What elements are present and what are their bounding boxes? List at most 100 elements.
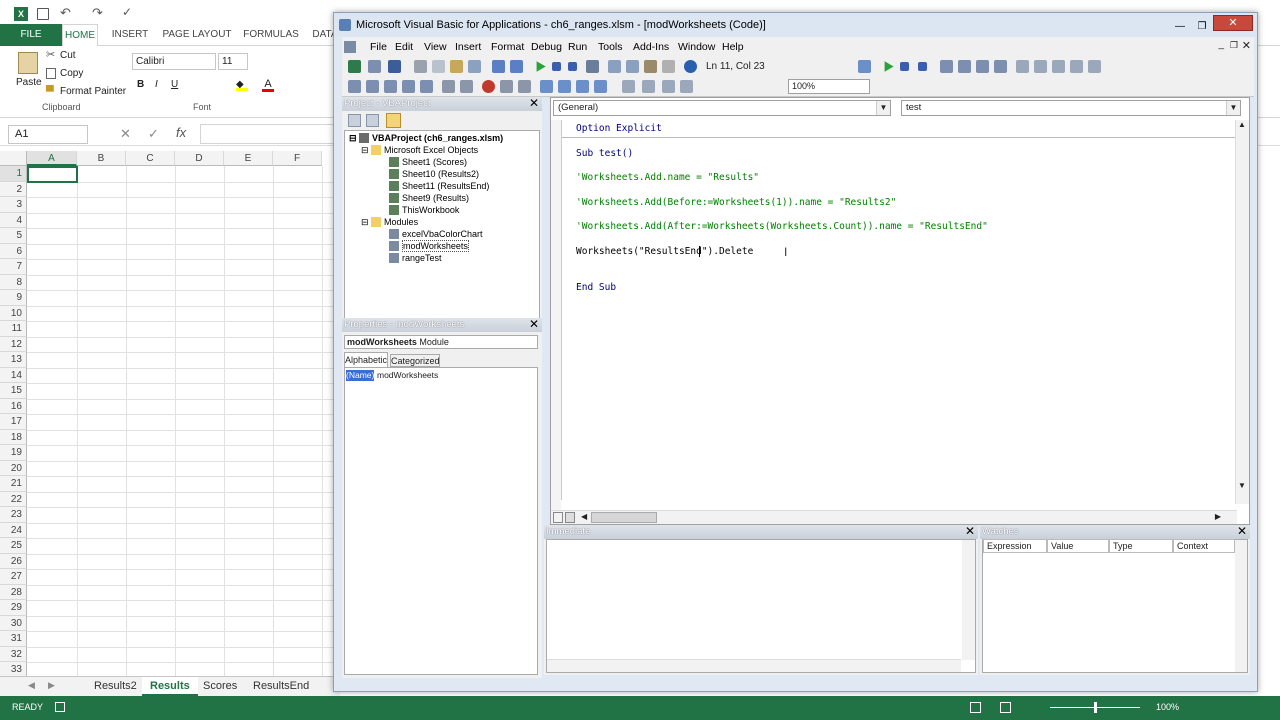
toggle-bookmark-icon[interactable] bbox=[858, 60, 871, 73]
code-line[interactable]: Option Explicit bbox=[576, 123, 662, 134]
breakpoint-icon[interactable] bbox=[482, 80, 495, 93]
paste-button[interactable]: Paste bbox=[16, 77, 42, 88]
menu-debug[interactable]: Debug bbox=[531, 37, 562, 57]
row-header[interactable]: 29 bbox=[0, 600, 27, 616]
comment-block-icon[interactable] bbox=[500, 80, 513, 93]
zoom-select[interactable]: 100% bbox=[788, 79, 870, 94]
paste-icon[interactable] bbox=[18, 52, 38, 74]
menu-format[interactable]: Format bbox=[491, 37, 524, 57]
cut-button[interactable]: Cut bbox=[60, 50, 76, 61]
code-editor[interactable]: Option Explicit Sub test() 'Worksheets.A… bbox=[561, 120, 1238, 500]
properties-icon[interactable] bbox=[626, 60, 639, 73]
fill-color-icon[interactable]: ◆ bbox=[236, 79, 248, 91]
row-header[interactable]: 5 bbox=[0, 228, 27, 244]
view-object-icon[interactable] bbox=[366, 114, 379, 127]
locals-icon[interactable] bbox=[1016, 60, 1029, 73]
make-same-size-icon[interactable] bbox=[662, 80, 675, 93]
row-header[interactable]: 23 bbox=[0, 507, 27, 523]
redo-icon[interactable] bbox=[510, 60, 523, 73]
row-header[interactable]: 20 bbox=[0, 460, 27, 476]
close-icon[interactable]: ✕ bbox=[528, 97, 540, 110]
tab-formulas[interactable]: FORMULAS bbox=[242, 24, 300, 46]
row-header[interactable]: 26 bbox=[0, 553, 27, 569]
row-header[interactable]: 8 bbox=[0, 274, 27, 290]
tab-page-layout[interactable]: PAGE LAYOUT bbox=[162, 24, 232, 46]
tree-node-module-worksheets[interactable]: modWorksheets bbox=[389, 240, 469, 252]
sheet-tab-scores[interactable]: Scores bbox=[195, 677, 245, 696]
formula-input[interactable] bbox=[200, 124, 340, 144]
watches-vscroll[interactable] bbox=[1235, 540, 1247, 672]
format-painter-button[interactable]: Format Painter bbox=[60, 86, 126, 97]
cut-icon[interactable] bbox=[414, 60, 427, 73]
code-line[interactable]: Worksheets("ResultsEnd").Delete bbox=[576, 246, 753, 257]
name-box[interactable]: A1 bbox=[8, 125, 88, 144]
scroll-left-icon[interactable]: ◀ bbox=[581, 512, 587, 521]
code-line[interactable]: 'Worksheets.Add(Before:=Worksheets(1)).n… bbox=[576, 197, 896, 208]
row-header[interactable]: 17 bbox=[0, 414, 27, 430]
row-header[interactable]: 30 bbox=[0, 615, 27, 631]
row-header[interactable]: 12 bbox=[0, 336, 27, 352]
restore-icon[interactable]: ❐ bbox=[1193, 15, 1211, 32]
list-properties-icon[interactable] bbox=[348, 80, 361, 93]
row-header[interactable]: 15 bbox=[0, 383, 27, 399]
call-stack-icon[interactable] bbox=[1088, 60, 1101, 73]
watch-icon[interactable] bbox=[1052, 60, 1065, 73]
watch-col-type[interactable]: Type bbox=[1109, 539, 1173, 553]
center-icon[interactable] bbox=[642, 80, 655, 93]
code-line[interactable]: 'Worksheets.Add(After:=Worksheets(Worksh… bbox=[576, 221, 988, 232]
immediate-input[interactable] bbox=[546, 539, 976, 673]
tab-insert[interactable]: INSERT bbox=[108, 24, 152, 46]
tree-node-vbaproject[interactable]: ⊟ VBAProject (ch6_ranges.xlsm) bbox=[349, 133, 503, 144]
scroll-down-icon[interactable]: ▼ bbox=[1238, 481, 1246, 490]
sheet-tab-resultsend[interactable]: ResultsEnd bbox=[245, 677, 317, 696]
row-header[interactable]: 31 bbox=[0, 631, 27, 647]
tab-alphabetic[interactable]: Alphabetic bbox=[344, 352, 388, 367]
horizontal-scrollbar[interactable]: ◀ ▶ bbox=[551, 510, 1237, 524]
child-minimize-icon[interactable]: _ bbox=[1218, 39, 1224, 50]
object-combo[interactable]: (General) ▼ bbox=[553, 100, 891, 116]
toggle-breakpoint-icon[interactable] bbox=[940, 60, 953, 73]
row-header[interactable]: 1 bbox=[0, 166, 27, 182]
row-header[interactable]: 7 bbox=[0, 259, 27, 275]
scroll-right-icon[interactable]: ▶ bbox=[48, 680, 55, 691]
scroll-up-icon[interactable]: ▲ bbox=[1238, 120, 1246, 129]
step-into-icon[interactable] bbox=[958, 60, 971, 73]
copy-icon[interactable] bbox=[432, 60, 445, 73]
scroll-right-icon[interactable]: ▶ bbox=[1215, 512, 1221, 521]
italic-button[interactable]: I bbox=[155, 79, 158, 90]
row-header[interactable]: 19 bbox=[0, 445, 27, 461]
tree-node-sheet9[interactable]: Sheet9 (Results) bbox=[389, 193, 469, 203]
row-header[interactable]: 28 bbox=[0, 584, 27, 600]
worksheet-grid[interactable]: A B C D E F 1 2 3 4 5 6 7 8 9 10 11 12 13 14 15 16 17 18 1… bbox=[0, 151, 340, 676]
font-name-select[interactable]: Calibri bbox=[132, 53, 216, 70]
row-header[interactable]: 27 bbox=[0, 569, 27, 585]
chevron-down-icon[interactable]: ▼ bbox=[876, 101, 890, 115]
menu-help[interactable]: Help bbox=[722, 37, 744, 57]
row-header[interactable]: 16 bbox=[0, 398, 27, 414]
column-header-f[interactable]: F bbox=[273, 151, 322, 166]
row-header[interactable]: 2 bbox=[0, 181, 27, 197]
select-all-corner[interactable] bbox=[0, 151, 27, 166]
font-size-select[interactable]: 11 bbox=[218, 53, 248, 70]
row-header[interactable]: 33 bbox=[0, 662, 27, 676]
spelling-icon[interactable]: ✓ bbox=[122, 5, 132, 19]
toggle-bookmark2-icon[interactable] bbox=[540, 80, 553, 93]
code-line[interactable]: End Sub bbox=[576, 282, 616, 293]
prev-bookmark-icon[interactable] bbox=[576, 80, 589, 93]
row-header[interactable]: 14 bbox=[0, 367, 27, 383]
insert-module-icon[interactable] bbox=[368, 60, 381, 73]
row-header[interactable]: 10 bbox=[0, 305, 27, 321]
watch-col-expression[interactable]: Expression bbox=[983, 539, 1047, 553]
project-explorer-icon[interactable] bbox=[608, 60, 621, 73]
align-icon[interactable] bbox=[622, 80, 635, 93]
scroll-thumb[interactable] bbox=[591, 512, 657, 523]
complete-word-icon[interactable] bbox=[420, 80, 433, 93]
code-line[interactable]: 'Worksheets.Add.name = "Results" bbox=[576, 172, 759, 183]
tree-node-thisworkbook[interactable]: ThisWorkbook bbox=[389, 205, 459, 215]
underline-button[interactable]: U bbox=[171, 79, 178, 90]
view-code-icon[interactable] bbox=[348, 114, 361, 127]
immediate-icon[interactable] bbox=[1034, 60, 1047, 73]
active-cell[interactable] bbox=[27, 166, 78, 183]
chevron-down-icon[interactable]: ▼ bbox=[1226, 101, 1240, 115]
object-browser-icon[interactable] bbox=[644, 60, 657, 73]
